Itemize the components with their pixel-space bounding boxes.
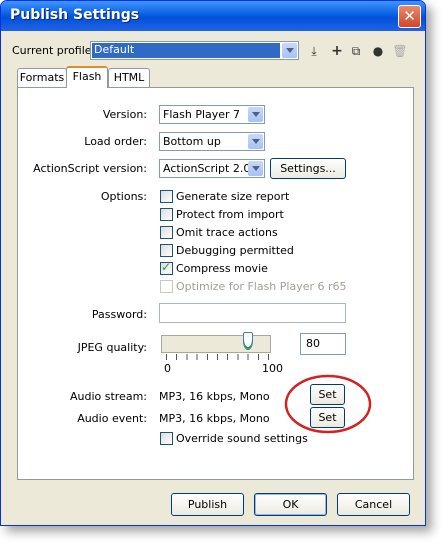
option-optimize-flash-player-6-label: Optimize for Flash Player 6 r65 xyxy=(176,280,347,293)
audio-stream-value: MP3, 16 kbps, Mono xyxy=(159,390,270,403)
actionscript-label: ActionScript version: xyxy=(33,162,147,175)
chevron-down-icon xyxy=(248,134,263,149)
load-order-label: Load order: xyxy=(84,135,147,148)
option-omit-trace-actions-label: Omit trace actions xyxy=(176,226,278,239)
slider-max-label: 100 xyxy=(262,362,283,375)
audio-event-value: MP3, 16 kbps, Mono xyxy=(159,412,270,425)
option-debugging-permitted-label: Debugging permitted xyxy=(176,244,294,257)
duplicate-profile-icon[interactable]: ⧉ xyxy=(348,43,364,59)
annotation-circle xyxy=(284,374,372,434)
import-profile-icon[interactable]: ⤓ xyxy=(306,43,322,59)
password-label: Password: xyxy=(91,308,147,321)
actionscript-value: ActionScript 2.0 xyxy=(163,162,251,175)
version-dropdown[interactable]: Flash Player 7 xyxy=(159,105,265,124)
option-compress-movie-label: Compress movie xyxy=(176,262,268,275)
actionscript-dropdown[interactable]: ActionScript 2.0 xyxy=(159,159,265,178)
profile-dropdown[interactable]: Default xyxy=(90,41,299,60)
override-sound-settings-checkbox[interactable] xyxy=(160,432,173,445)
delete-profile-icon[interactable]: 🗑 xyxy=(392,43,408,59)
option-protect-from-import-checkbox[interactable] xyxy=(160,208,173,221)
chevron-down-icon xyxy=(282,43,297,58)
jpeg-quality-value: 80 xyxy=(306,337,320,350)
profile-properties-icon[interactable]: ● xyxy=(370,43,386,59)
option-generate-size-report-label: Generate size report xyxy=(176,190,290,203)
profile-label: Current profile: xyxy=(12,44,96,57)
tab-formats[interactable]: Formats xyxy=(17,68,67,88)
audio-stream-label: Audio stream: xyxy=(69,390,147,403)
cancel-button[interactable]: Cancel xyxy=(337,493,410,516)
load-order-value: Bottom up xyxy=(163,135,221,148)
option-compress-movie-checkbox[interactable] xyxy=(160,260,173,275)
jpeg-quality-input[interactable]: 80 xyxy=(300,333,346,355)
jpeg-quality-slider-thumb[interactable] xyxy=(243,332,253,350)
jpeg-quality-slider-track[interactable] xyxy=(161,335,271,353)
option-debugging-permitted-checkbox[interactable] xyxy=(160,244,173,257)
option-generate-size-report-checkbox[interactable] xyxy=(160,190,173,203)
version-value: Flash Player 7 xyxy=(163,108,241,121)
window-title: Publish Settings xyxy=(10,7,140,23)
slider-ticks xyxy=(166,354,269,360)
load-order-dropdown[interactable]: Bottom up xyxy=(159,132,265,151)
options-label: Options: xyxy=(100,190,147,203)
chevron-down-icon xyxy=(248,107,263,122)
add-profile-icon[interactable]: + xyxy=(329,43,345,59)
audio-event-label: Audio event: xyxy=(77,412,147,425)
jpeg-quality-label: JPEG quality: xyxy=(77,341,147,354)
actionscript-settings-button[interactable]: Settings... xyxy=(270,158,346,179)
option-optimize-flash-player-6-checkbox[interactable] xyxy=(160,280,173,293)
publish-button[interactable]: Publish xyxy=(171,493,244,516)
slider-min-label: 0 xyxy=(164,362,171,375)
title-bar[interactable]: Publish Settings ✕ xyxy=(1,1,425,31)
option-omit-trace-actions-checkbox[interactable] xyxy=(160,226,173,239)
tab-flash[interactable]: Flash xyxy=(66,66,108,88)
password-input[interactable] xyxy=(159,303,346,323)
version-label: Version: xyxy=(102,108,147,121)
ok-button[interactable]: OK xyxy=(254,493,327,516)
chevron-down-icon xyxy=(248,161,263,176)
option-protect-from-import-label: Protect from import xyxy=(176,208,284,221)
profile-value: Default xyxy=(92,43,280,58)
publish-settings-dialog: Publish Settings ✕ Current profile: Defa… xyxy=(0,0,426,526)
close-button[interactable]: ✕ xyxy=(398,5,421,28)
tab-html[interactable]: HTML xyxy=(108,68,150,88)
